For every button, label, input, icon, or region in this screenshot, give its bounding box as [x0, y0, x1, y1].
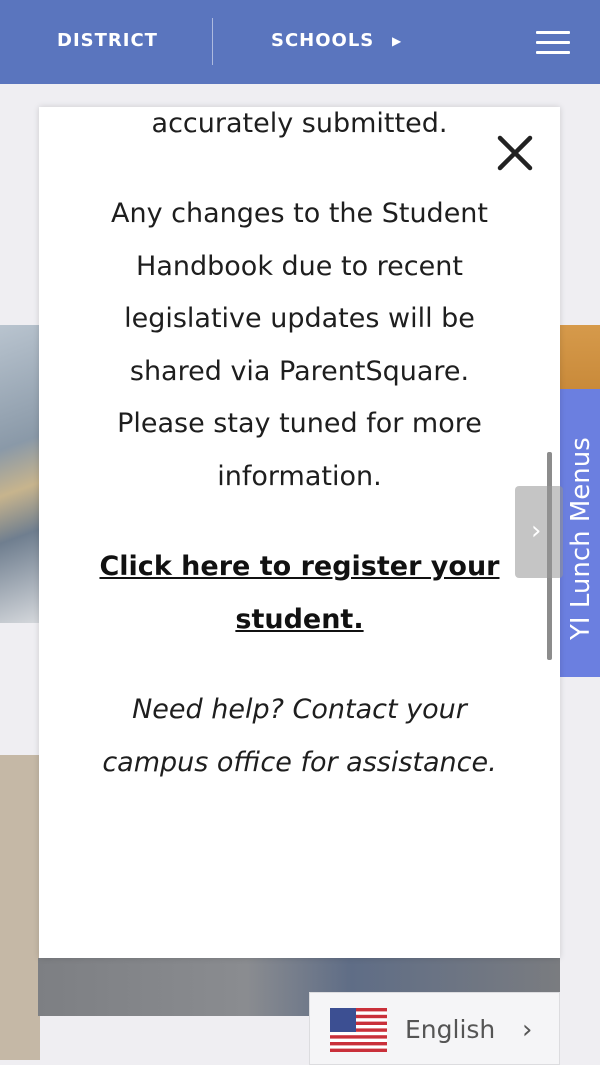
- modal-content: to ensure your information is accurately…: [39, 107, 560, 827]
- background-photo: [560, 325, 600, 389]
- language-label: English: [405, 1015, 496, 1044]
- background-photo: [0, 325, 40, 623]
- nav-schools[interactable]: SCHOOLS: [271, 30, 374, 51]
- utensils-icon: ΥΙ: [566, 616, 596, 640]
- top-nav-bar: DISTRICT SCHOOLS ▶: [0, 0, 600, 84]
- side-tab-label: ΥΙ Lunch Menus: [566, 437, 596, 640]
- chevron-right-icon: ›: [522, 1015, 533, 1045]
- background-block: [0, 755, 40, 1060]
- language-selector[interactable]: English ›: [309, 992, 560, 1065]
- nav-divider: [212, 18, 213, 65]
- chevron-right-icon: ›: [531, 516, 542, 546]
- nav-district[interactable]: DISTRICT: [57, 30, 158, 51]
- us-flag-icon: [330, 1008, 387, 1052]
- hamburger-menu-icon[interactable]: [536, 31, 570, 55]
- modal-intro-text: to ensure your information is accurately…: [151, 107, 448, 139]
- modal-body-text: Any changes to the Student Handbook due …: [110, 198, 489, 492]
- carousel-next-button[interactable]: ›: [515, 486, 563, 578]
- close-icon[interactable]: [492, 130, 538, 176]
- caret-right-icon: ▶: [392, 34, 402, 48]
- register-student-link[interactable]: Click here to register your student.: [99, 551, 499, 635]
- modal-help-text: Need help? Contact your campus office fo…: [102, 694, 497, 778]
- announcement-modal: to ensure your information is accurately…: [39, 107, 560, 958]
